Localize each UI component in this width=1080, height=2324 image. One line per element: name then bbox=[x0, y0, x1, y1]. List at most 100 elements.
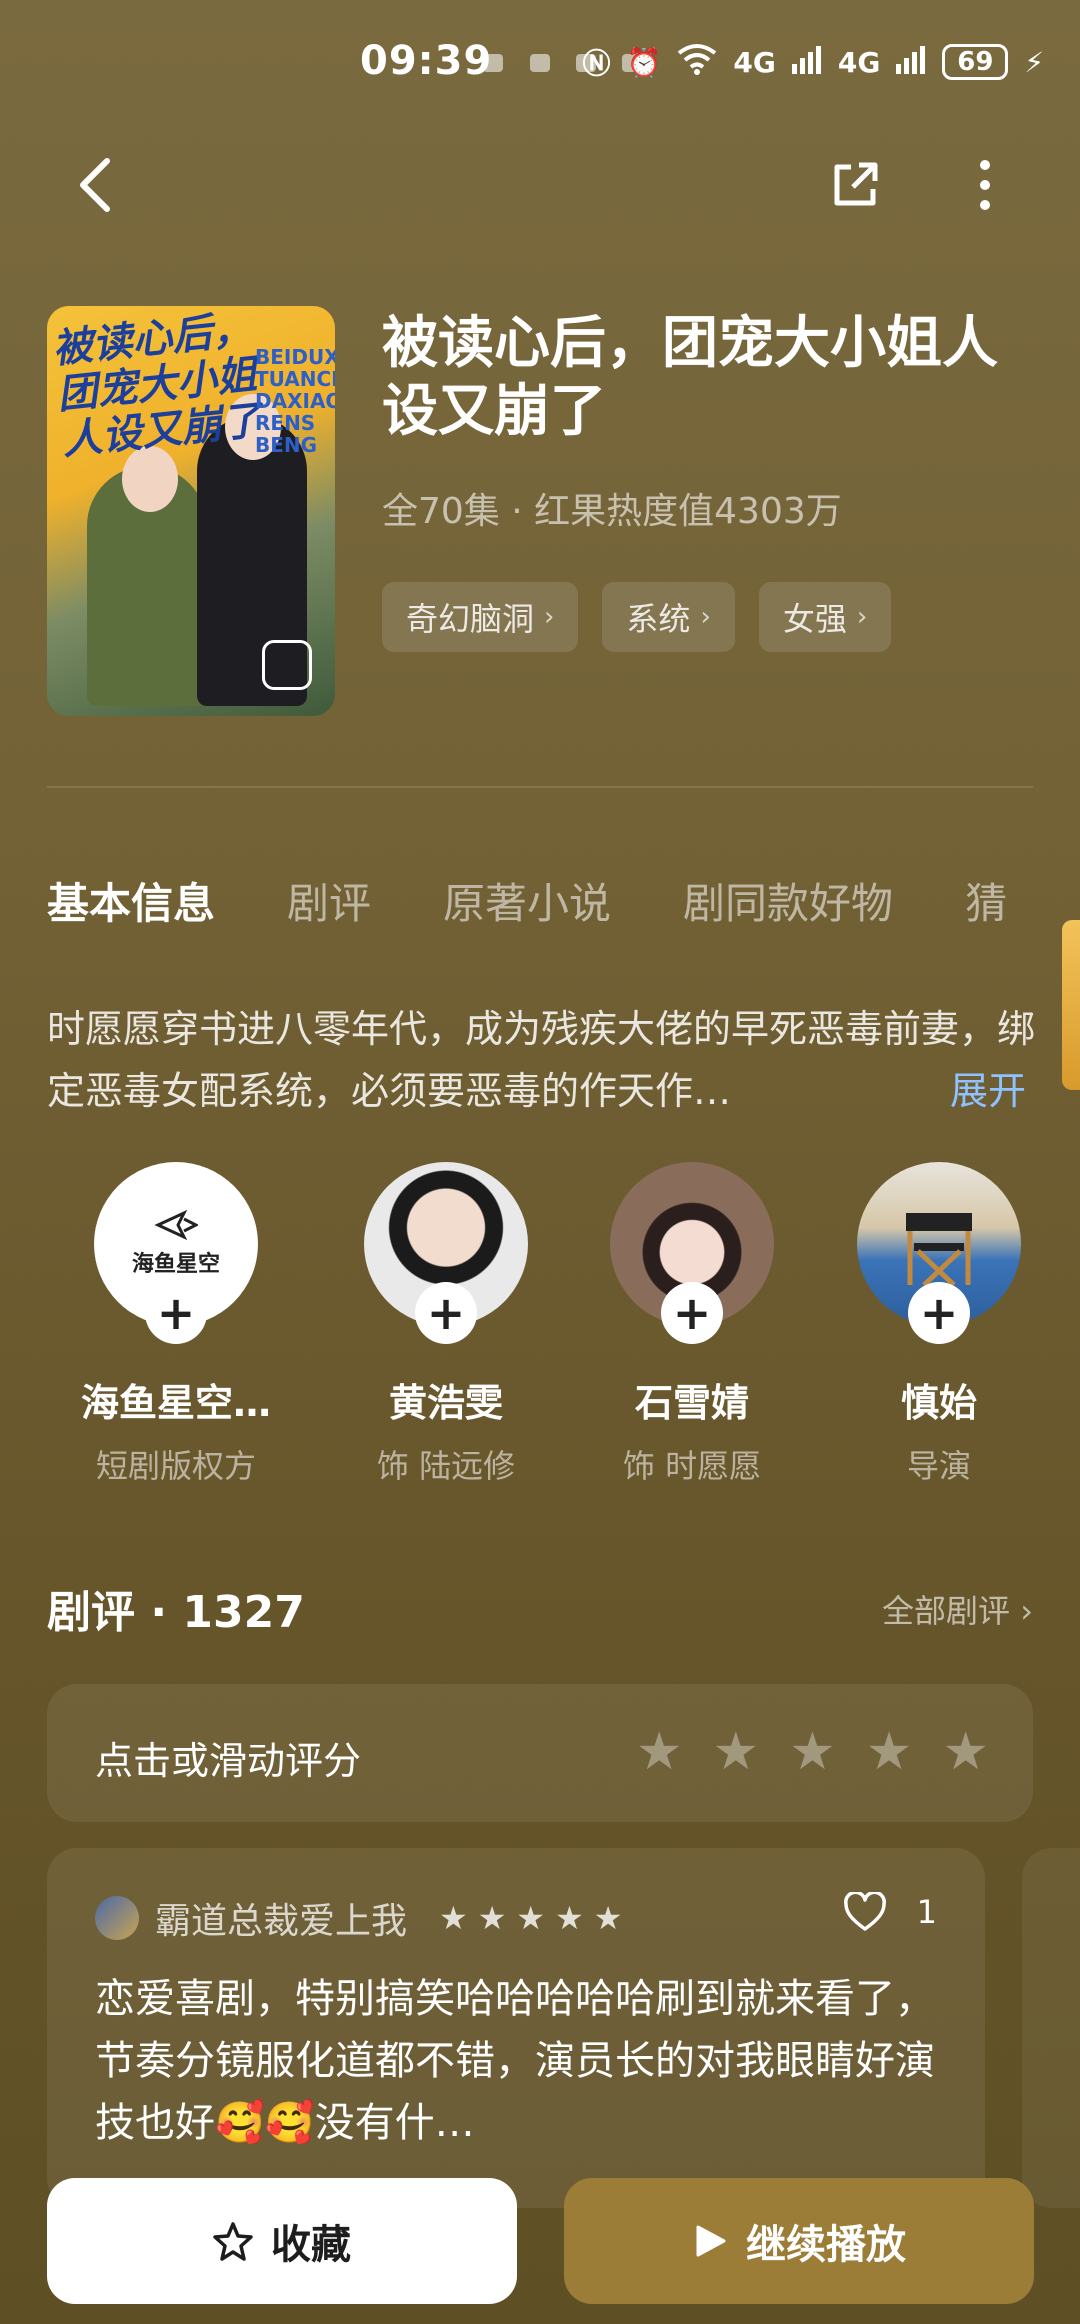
reviews-title: 剧评 · 1327 bbox=[47, 1587, 305, 1638]
follow-button[interactable]: + bbox=[908, 1282, 970, 1344]
back-button[interactable] bbox=[60, 150, 130, 220]
tag-strong-female[interactable]: 女强 › bbox=[758, 582, 892, 652]
rating-bar[interactable]: 点击或滑动评分 ★ ★ ★ ★ ★ bbox=[47, 1684, 1033, 1822]
star-icon[interactable]: ★ bbox=[942, 1726, 989, 1778]
avatar: + bbox=[857, 1162, 1021, 1344]
star-icon: ★ bbox=[439, 1899, 468, 1937]
like-count: 1 bbox=[916, 1893, 937, 1931]
wifi-icon bbox=[677, 43, 717, 82]
cast-item[interactable]: + 黄浩雯 饰 陆远修 bbox=[331, 1162, 561, 1487]
poster-title: 被读心后，团宠大小姐人设又崩了 bbox=[50, 306, 264, 465]
star-icon: ★ bbox=[555, 1899, 584, 1937]
cast-role: 短剧版权方 bbox=[95, 1447, 256, 1485]
star-icon: ★ bbox=[477, 1899, 507, 1937]
nfc-icon: Ⓝ bbox=[582, 47, 611, 80]
star-icon[interactable]: ★ bbox=[789, 1726, 836, 1778]
chevron-right-icon: › bbox=[700, 602, 711, 632]
avatar: + bbox=[364, 1162, 528, 1344]
cast-name: 黄浩雯 bbox=[388, 1381, 503, 1425]
reviewer: 霸道总裁爱上我 ★ ★ ★ ★ ★ bbox=[95, 1892, 622, 1944]
cast-name: 石雪婧 bbox=[634, 1381, 749, 1425]
floating-banner[interactable] bbox=[1062, 920, 1080, 1090]
follow-button[interactable]: + bbox=[415, 1282, 477, 1344]
play-label: 继续播放 bbox=[746, 2222, 906, 2268]
tag-label: 系统 bbox=[626, 600, 691, 638]
star-icon[interactable]: ★ bbox=[713, 1726, 760, 1778]
cast-role: 饰 时愿愿 bbox=[622, 1447, 762, 1485]
share-icon bbox=[834, 162, 878, 206]
cast-item[interactable]: 海鱼星空 + 海鱼星空… 短剧版权方 bbox=[61, 1162, 291, 1487]
chevron-left-icon bbox=[80, 158, 110, 212]
charging-icon: ⚡ bbox=[1024, 45, 1044, 79]
more-vertical-icon bbox=[980, 160, 990, 210]
logo-text: 海鱼星空 bbox=[131, 1251, 220, 1277]
tab-basic-info[interactable]: 基本信息 bbox=[47, 870, 215, 931]
drama-meta: 全70集 · 红果热度值4303万 bbox=[382, 491, 842, 532]
collect-button[interactable]: 收藏 bbox=[47, 2178, 517, 2304]
rate-prompt: 点击或滑动评分 bbox=[95, 1739, 362, 1783]
star-icon: ★ bbox=[593, 1899, 623, 1937]
cast-name: 海鱼星空… bbox=[80, 1381, 271, 1425]
chevron-right-icon: › bbox=[544, 602, 555, 632]
cast-item[interactable]: + 慎始 导演 bbox=[824, 1162, 1054, 1487]
expand-link[interactable]: 展开 bbox=[950, 1060, 1026, 1115]
cast-list: 海鱼星空 + 海鱼星空… 短剧版权方 + 黄浩雯 饰 陆远修 + 石雪婧 饰 时… bbox=[0, 1162, 1080, 1502]
all-reviews-link[interactable]: 全部剧评 › bbox=[882, 1586, 1033, 1632]
avatar: + bbox=[610, 1162, 774, 1344]
detail-tabs: 基本信息 剧评 原著小说 剧同款好物 猜 bbox=[47, 870, 1079, 930]
reviewer-name: 霸道总裁爱上我 bbox=[155, 1901, 408, 1942]
divider bbox=[47, 786, 1033, 788]
notification-icon bbox=[483, 54, 503, 72]
poster-en-title: BEIDUXIN TUANCHO DAXIAO RENS BENG bbox=[255, 345, 335, 457]
follow-button[interactable]: + bbox=[145, 1282, 207, 1344]
tag-label: 奇幻脑洞 bbox=[406, 600, 535, 638]
status-right: Ⓝ ⏰ 4G 4G 69 ⚡ bbox=[582, 42, 1044, 82]
review-card[interactable]: 霸道总裁爱上我 ★ ★ ★ ★ ★ 1 恋爱喜剧，特别搞笑哈哈哈哈哈刷到就来看了… bbox=[47, 1848, 985, 2208]
top-nav bbox=[0, 140, 1080, 240]
signal-icon bbox=[791, 44, 822, 81]
avatar bbox=[95, 1896, 139, 1940]
cast-role: 导演 bbox=[906, 1447, 971, 1485]
cast-name: 慎始 bbox=[900, 1381, 977, 1425]
alarm-icon: ⏰ bbox=[626, 45, 662, 79]
like-button[interactable]: 1 bbox=[843, 1892, 937, 1932]
tag-system[interactable]: 系统 › bbox=[602, 582, 735, 652]
notification-icon bbox=[530, 54, 550, 72]
tag-label: 女强 bbox=[782, 600, 847, 638]
tab-guess[interactable]: 猜 bbox=[965, 870, 1007, 931]
continue-play-button[interactable]: 继续播放 bbox=[564, 2178, 1034, 2304]
cast-item[interactable]: + 石雪婧 饰 时愿愿 bbox=[577, 1162, 807, 1487]
star-icon bbox=[213, 2222, 253, 2261]
signal-4g-label: 4G bbox=[733, 45, 776, 79]
logo-icon bbox=[154, 1210, 198, 1240]
star-icon: ★ bbox=[516, 1899, 546, 1937]
follow-button[interactable]: + bbox=[661, 1282, 723, 1344]
play-icon bbox=[696, 2225, 726, 2257]
heart-icon bbox=[843, 1892, 886, 1931]
tab-original-novel[interactable]: 原著小说 bbox=[443, 870, 611, 931]
battery-indicator: 69 bbox=[942, 44, 1009, 80]
rating-stars[interactable]: ★ ★ ★ ★ ★ bbox=[636, 1726, 989, 1778]
more-button[interactable] bbox=[950, 150, 1020, 220]
directors-chair-icon bbox=[906, 1213, 972, 1287]
review-text: 恋爱喜剧，特别搞笑哈哈哈哈哈刷到就来看了，节奏分镜服化道都不错，演员长的对我眼睛… bbox=[95, 1976, 935, 2146]
star-icon[interactable]: ★ bbox=[636, 1726, 683, 1778]
avatar: 海鱼星空 + bbox=[94, 1162, 258, 1344]
gallery-icon[interactable] bbox=[262, 640, 312, 690]
review-card[interactable] bbox=[1022, 1848, 1080, 2208]
signal-4g-label: 4G bbox=[837, 45, 881, 79]
collect-label: 收藏 bbox=[271, 2222, 351, 2268]
drama-title: 被读心后，团宠大小姐人设又崩了 bbox=[382, 311, 998, 444]
tab-merch[interactable]: 剧同款好物 bbox=[683, 870, 893, 931]
status-time: 09:39 bbox=[360, 38, 493, 84]
synopsis-text: 时愿愿穿书进八零年代，成为残疾大佬的早死恶毒前妻，绑定恶毒女配系统，必须要恶毒的… bbox=[47, 1007, 1036, 1113]
share-button[interactable] bbox=[820, 150, 890, 220]
review-stars: ★ ★ ★ ★ ★ bbox=[439, 1899, 622, 1937]
tab-reviews[interactable]: 剧评 bbox=[287, 870, 371, 931]
genre-tags: 奇幻脑洞 › 系统 › 女强 › bbox=[382, 582, 892, 652]
status-bar: 09:39 Ⓝ ⏰ 4G 4G 69 ⚡ bbox=[0, 0, 1080, 130]
star-icon[interactable]: ★ bbox=[866, 1726, 913, 1778]
chevron-right-icon: › bbox=[856, 602, 868, 632]
tag-fantasy[interactable]: 奇幻脑洞 › bbox=[382, 582, 579, 652]
signal-icon bbox=[896, 44, 926, 81]
